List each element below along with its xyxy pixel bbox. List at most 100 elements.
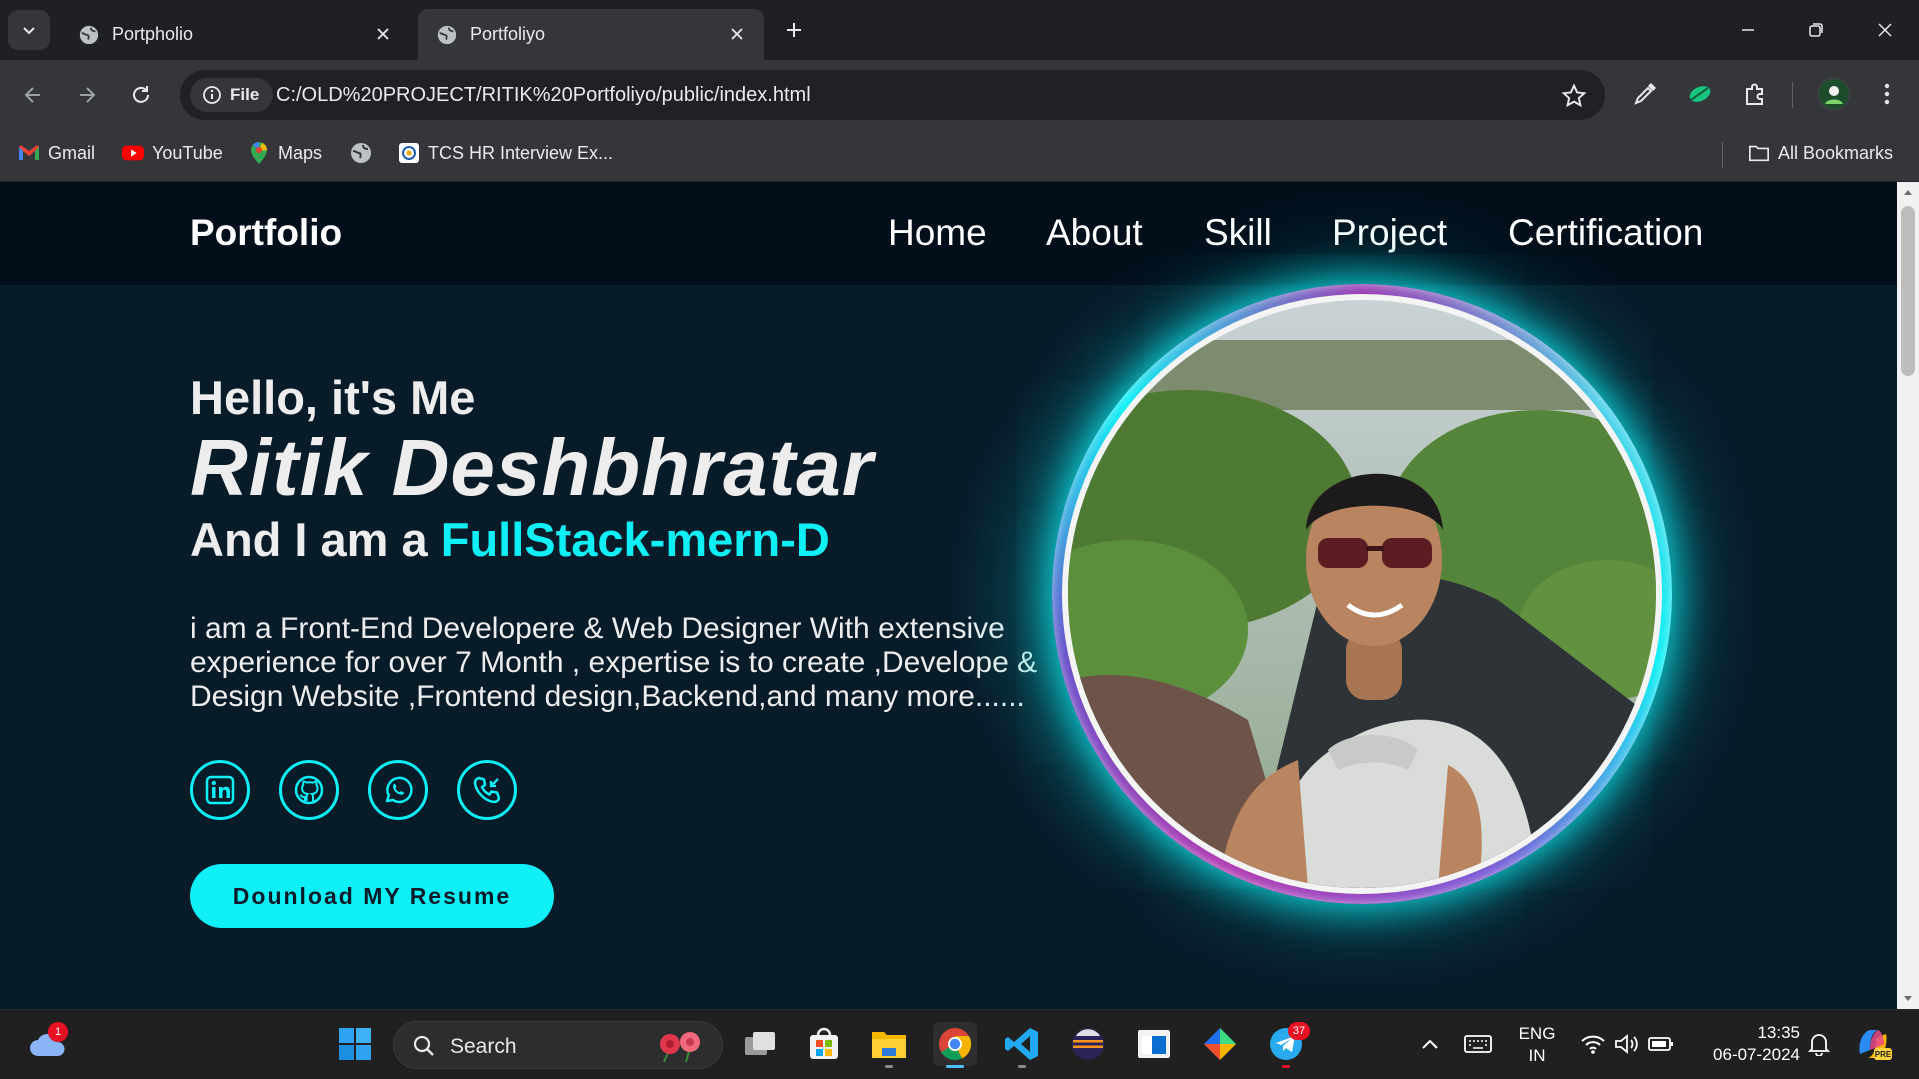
file-explorer-app[interactable] — [867, 1022, 911, 1068]
running-indicator — [1018, 1065, 1026, 1068]
scrollbar-thumb[interactable] — [1901, 206, 1915, 376]
bookmark-youtube[interactable]: YouTube — [122, 138, 223, 168]
close-tab-icon[interactable] — [726, 23, 748, 45]
tab-portpholio[interactable]: Portpholio — [60, 9, 410, 60]
telegram-app[interactable]: 37 — [1264, 1022, 1310, 1068]
chrome-icon — [939, 1028, 972, 1061]
extensions-button[interactable] — [1739, 78, 1771, 110]
keyboard-icon — [1464, 1035, 1492, 1053]
language-indicator[interactable]: ENG IN — [1512, 1023, 1562, 1067]
chrome-app[interactable] — [933, 1022, 977, 1068]
eclipse-icon — [1072, 1028, 1104, 1060]
leaf-icon — [1689, 86, 1711, 102]
arrow-right-icon — [80, 87, 96, 103]
more-vert-icon — [1884, 83, 1890, 105]
new-tab-button[interactable] — [780, 16, 808, 44]
vscode-app[interactable] — [1000, 1022, 1044, 1068]
browser-menu-button[interactable] — [1871, 78, 1903, 110]
eyedropper-extension-button[interactable] — [1629, 78, 1661, 110]
reload-button[interactable] — [124, 78, 158, 112]
folder-icon — [872, 1032, 906, 1058]
nav-home[interactable]: Home — [888, 212, 987, 254]
github-icon — [294, 775, 324, 805]
minimize-button[interactable] — [1728, 12, 1768, 48]
bookmark-label: Gmail — [48, 142, 96, 163]
github-link[interactable] — [279, 760, 339, 820]
restore-button[interactable] — [1796, 12, 1836, 48]
toolbar-divider — [1792, 82, 1793, 108]
globe-icon — [79, 25, 99, 44]
address-bar[interactable]: File C:/OLD%20PROJECT/RITIK%20Portfoliyo… — [180, 70, 1605, 120]
network-volume-battery[interactable] — [1572, 1022, 1682, 1066]
git-app[interactable] — [1198, 1022, 1242, 1066]
phone-link[interactable] — [457, 760, 517, 820]
youtube-icon — [122, 142, 144, 164]
site-logo[interactable]: Portfolio — [190, 212, 342, 254]
diamond-icon — [1204, 1028, 1236, 1060]
hero-role: And I am a FullStack-mern-D — [190, 512, 830, 567]
start-button[interactable] — [333, 1022, 377, 1066]
maps-icon — [248, 142, 270, 164]
linkedin-link[interactable] — [190, 760, 250, 820]
tab-title: Portpholio — [112, 24, 194, 44]
forward-button[interactable] — [70, 78, 104, 112]
close-tab-icon[interactable] — [372, 23, 394, 45]
region-label: IN — [1528, 1046, 1546, 1065]
store-icon — [810, 1027, 838, 1059]
close-icon — [1878, 23, 1892, 37]
close-window-button[interactable] — [1865, 12, 1905, 48]
bookmark-gmail[interactable]: Gmail — [18, 138, 95, 168]
weather-widget[interactable]: 1 — [26, 1022, 70, 1066]
whatsapp-icon — [385, 776, 413, 804]
clock-time: 13:35 — [1757, 1023, 1800, 1042]
page-scrollbar[interactable] — [1897, 182, 1919, 1009]
clock[interactable]: 13:35 06-07-2024 — [1690, 1022, 1800, 1066]
wifi-icon — [1581, 1035, 1605, 1054]
profile-avatar[interactable] — [1817, 77, 1851, 111]
bookmark-label: Maps — [278, 142, 323, 163]
volume-icon — [1615, 1034, 1638, 1054]
page-viewport: Portfolio Home About Skill Project Certi… — [0, 182, 1897, 1009]
window-app[interactable] — [1132, 1022, 1176, 1066]
task-view-icon — [745, 1032, 775, 1055]
whatsapp-link[interactable] — [368, 760, 428, 820]
tab-title: Portfoliyo — [470, 24, 546, 44]
scroll-up-icon[interactable] — [1897, 182, 1919, 202]
nav-about[interactable]: About — [1046, 212, 1143, 254]
bookmark-label: TCS HR Interview Ex... — [428, 142, 614, 163]
bookmark-star-icon[interactable] — [1561, 83, 1587, 109]
download-resume-button[interactable]: Dounload MY Resume — [190, 864, 554, 928]
microsoft-store-app[interactable] — [802, 1022, 846, 1066]
all-bookmarks-button[interactable]: All Bookmarks — [1748, 138, 1893, 168]
roses-icon — [660, 1032, 700, 1063]
hero-description: i am a Front-End Developere & Web Design… — [190, 612, 1038, 713]
tab-portfoliyo[interactable]: Portfoliyo — [418, 9, 764, 60]
weather-badge: 1 — [48, 1022, 68, 1042]
windows-taskbar: 1 Search 37 ENG IN 13:35 06-07-2024 PRE — [0, 1009, 1919, 1079]
app-window-icon — [1138, 1030, 1170, 1058]
bookmark-tcs[interactable]: TCS HR Interview Ex... — [398, 138, 613, 168]
url-text[interactable]: C:/OLD%20PROJECT/RITIK%20Portfoliyo/publ… — [276, 84, 811, 107]
role-accent: FullStack-mern-D — [440, 513, 830, 566]
taskbar-search[interactable]: Search — [393, 1021, 723, 1069]
tcs-icon — [398, 142, 420, 164]
bookmark-globe[interactable] — [350, 138, 372, 168]
scroll-down-icon[interactable] — [1897, 989, 1919, 1009]
touch-keyboard-button[interactable] — [1456, 1022, 1500, 1066]
site-info-chip[interactable]: File — [190, 78, 274, 112]
leaf-extension-button[interactable] — [1684, 78, 1716, 110]
active-indicator — [946, 1065, 964, 1068]
chevron-up-icon — [1422, 1039, 1438, 1049]
notifications-button[interactable] — [1797, 1022, 1841, 1066]
nav-certification[interactable]: Certification — [1508, 212, 1703, 254]
tab-search-button[interactable] — [8, 10, 50, 50]
copilot-icon: PRE — [1859, 1030, 1892, 1060]
task-view-button[interactable] — [738, 1022, 782, 1066]
bookmark-maps[interactable]: Maps — [248, 138, 322, 168]
copilot-button[interactable]: PRE — [1851, 1022, 1895, 1066]
back-button[interactable] — [16, 78, 50, 112]
show-hidden-icons-button[interactable] — [1408, 1022, 1452, 1066]
profile-icon — [1825, 86, 1843, 104]
telegram-badge: 37 — [1288, 1022, 1310, 1040]
eclipse-app[interactable] — [1066, 1022, 1110, 1066]
